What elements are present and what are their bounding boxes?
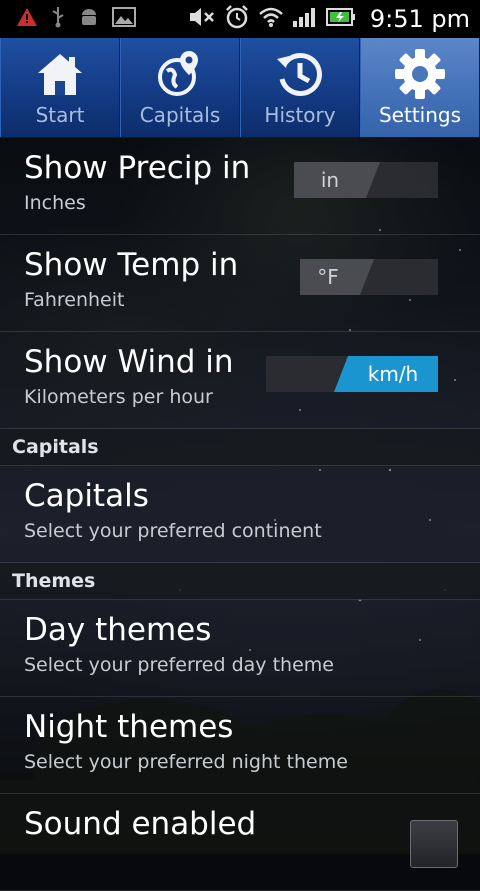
setting-temp[interactable]: Show Temp in Fahrenheit °F [0,235,480,332]
warning-icon [16,7,38,31]
wifi-icon [258,6,284,32]
android-icon [78,6,100,32]
signal-icon [292,6,318,32]
section-themes-title: Themes [12,570,96,592]
setting-capitals-title: Capitals [24,478,149,514]
setting-temp-title: Show Temp in [24,247,239,283]
section-capitals-title: Capitals [12,436,99,458]
tab-start-label: Start [35,103,85,127]
setting-wind-subtitle: Kilometers per hour [24,386,213,408]
temp-toggle-value: °F [317,265,339,289]
alarm-icon [224,4,250,34]
tab-settings[interactable]: Settings [360,38,480,137]
tab-settings-label: Settings [378,103,462,127]
settings-list: Show Precip in Inches in Show Temp in Fa… [0,138,480,891]
clock: 9:51 pm [369,5,470,33]
image-icon [112,7,136,31]
tab-bar: Start Capitals History Settings [0,38,480,138]
tab-capitals[interactable]: Capitals [120,38,240,137]
temp-unit-toggle[interactable]: °F [300,259,438,295]
globe-pin-icon [152,48,208,100]
status-bar: 9:51 pm [0,0,480,38]
setting-night-themes-title: Night themes [24,709,234,745]
precip-toggle-value: in [320,168,340,192]
wind-unit-toggle[interactable]: km/h [266,356,438,392]
battery-charging-icon [325,6,356,32]
tab-capitals-label: Capitals [139,103,221,127]
sound-checkbox[interactable] [410,820,458,868]
setting-wind-title: Show Wind in [24,344,234,380]
setting-precip[interactable]: Show Precip in Inches in [0,138,480,235]
section-header-capitals: Capitals [0,429,480,466]
setting-night-themes[interactable]: Night themes Select your preferred night… [0,697,480,794]
setting-day-themes-subtitle: Select your preferred day theme [24,654,334,676]
history-icon [272,48,328,100]
wind-toggle-value: km/h [367,362,419,386]
tab-start[interactable]: Start [0,38,120,137]
precip-unit-toggle[interactable]: in [294,162,438,198]
setting-sound[interactable]: Sound enabled [0,794,480,891]
setting-day-themes[interactable]: Day themes Select your preferred day the… [0,600,480,697]
setting-temp-subtitle: Fahrenheit [24,289,125,311]
home-icon [32,48,88,100]
mute-icon [188,5,216,33]
setting-precip-subtitle: Inches [24,192,86,214]
setting-night-themes-subtitle: Select your preferred night theme [24,751,348,773]
setting-capitals[interactable]: Capitals Select your preferred continent [0,466,480,563]
section-header-themes: Themes [0,563,480,600]
setting-capitals-subtitle: Select your preferred continent [24,520,322,542]
setting-sound-title: Sound enabled [24,806,257,842]
usb-icon [50,6,66,32]
setting-day-themes-title: Day themes [24,612,212,648]
tab-history-label: History [264,103,336,127]
gear-icon [392,48,448,100]
setting-precip-title: Show Precip in [24,150,251,186]
setting-wind[interactable]: Show Wind in Kilometers per hour km/h [0,332,480,429]
tab-history[interactable]: History [240,38,360,137]
